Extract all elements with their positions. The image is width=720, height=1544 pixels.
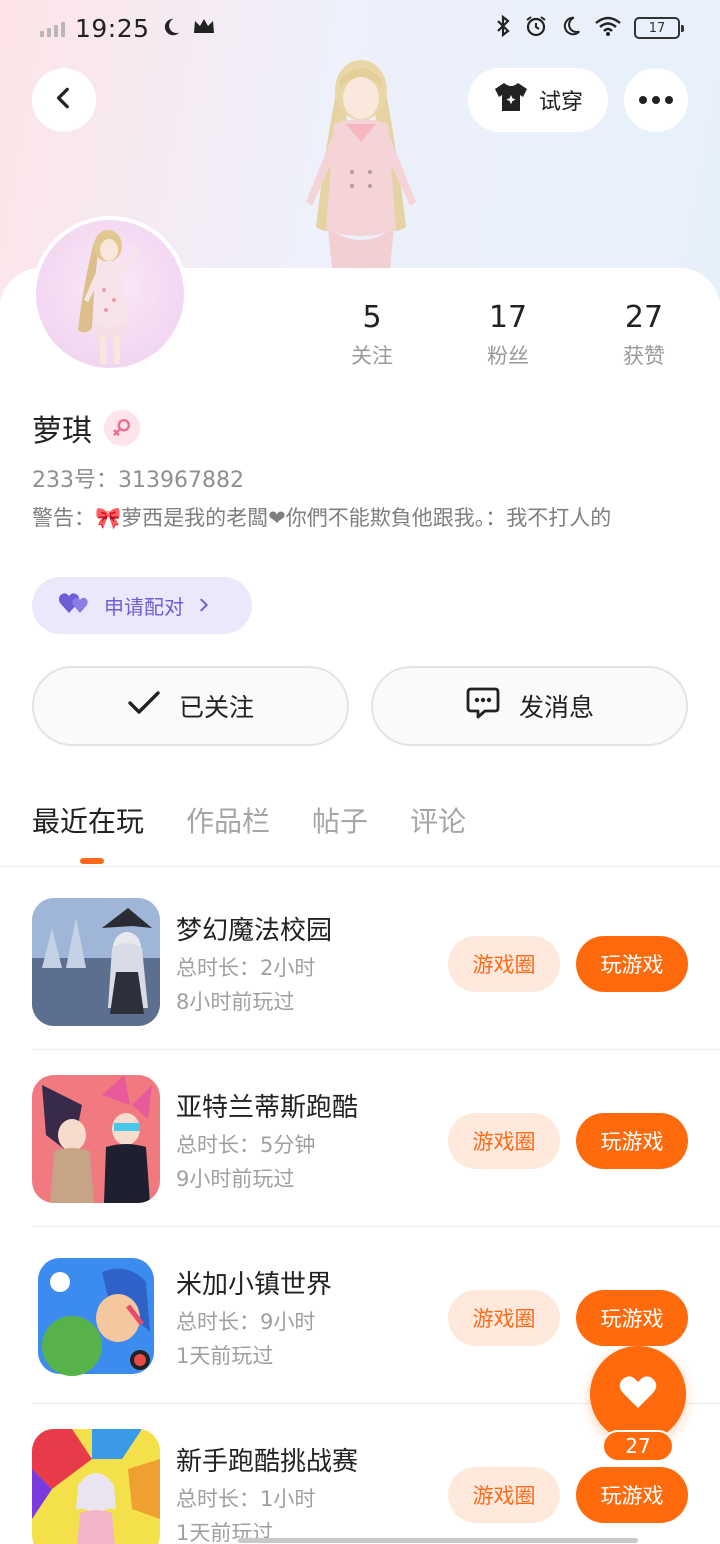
game-last-played: 1天前玩过	[176, 1344, 274, 1368]
apply-pairing-label: 申请配对	[104, 595, 184, 619]
name-row: 萝琪	[32, 406, 140, 450]
battery-level: 17	[648, 20, 666, 36]
game-total-duration: 总时长：5分钟	[176, 1133, 316, 1157]
stat-value: 27	[624, 300, 664, 335]
profile-stats: 5 关注 17 粉丝 27 获赞	[304, 298, 712, 370]
status-time: 19:25	[75, 14, 150, 43]
list-item[interactable]: 亚特兰蒂斯跑酷 总时长：5分钟 9小时前玩过 游戏圈 玩游戏	[32, 1043, 720, 1227]
home-indicator	[238, 1538, 638, 1543]
tab-works[interactable]: 作品栏	[186, 800, 270, 840]
send-message-button[interactable]: 发消息	[371, 666, 688, 746]
game-title: 新手跑酷挑战赛	[176, 1447, 359, 1477]
heart-icon	[618, 1374, 658, 1414]
chevron-left-icon	[51, 85, 77, 115]
followed-label: 已关注	[178, 693, 254, 722]
game-title: 亚特兰蒂斯跑酷	[176, 1093, 359, 1123]
chat-bubble-icon	[465, 686, 501, 726]
like-button[interactable]	[590, 1346, 686, 1442]
status-bar: 19:25 17	[0, 0, 720, 58]
stat-followers[interactable]: 17 粉丝	[440, 298, 576, 370]
checkmark-icon	[127, 689, 161, 723]
stat-likes[interactable]: 27 获赞	[576, 298, 712, 370]
game-total-duration: 总时长：2小时	[176, 956, 316, 980]
game-thumbnail	[32, 898, 160, 1026]
like-count-badge: 27	[602, 1430, 674, 1462]
tab-posts[interactable]: 帖子	[312, 800, 368, 840]
game-title: 米加小镇世界	[176, 1270, 333, 1300]
more-dot	[652, 96, 660, 104]
avatar-character-image	[286, 52, 436, 268]
tshirt-icon	[493, 81, 529, 119]
try-on-label: 试穿	[538, 90, 583, 115]
wifi-icon	[594, 15, 622, 41]
play-game-button[interactable]: 玩游戏	[576, 1113, 688, 1169]
game-last-played: 8小时前玩过	[176, 990, 295, 1014]
game-total-duration: 总时长：9小时	[176, 1310, 316, 1334]
user-id: 233号：313967882	[32, 462, 244, 494]
tab-recently-played[interactable]: 最近在玩	[32, 800, 144, 840]
active-tab-indicator	[80, 858, 104, 864]
alarm-icon	[524, 14, 548, 42]
status-right: 17	[494, 14, 684, 42]
game-title: 梦幻魔法校园	[176, 916, 333, 946]
user-bio: 警告：🎀萝西是我的老闆❤你們不能欺負他跟我。：我不打人的	[32, 506, 612, 530]
game-circle-button[interactable]: 游戏圈	[448, 1467, 560, 1523]
stat-label: 获赞	[623, 344, 665, 368]
stat-following[interactable]: 5 关注	[304, 298, 440, 370]
game-total-duration: 总时长：1小时	[176, 1487, 316, 1511]
chevron-right-icon	[196, 594, 212, 618]
profile-page: 19:25 17 试穿 5 关注 17 粉丝 27 获赞 萝琪 233号：313…	[0, 0, 720, 1544]
more-options-button[interactable]	[624, 68, 688, 132]
stat-label: 粉丝	[487, 344, 529, 368]
back-button[interactable]	[32, 68, 96, 132]
game-circle-button[interactable]: 游戏圈	[448, 1113, 560, 1169]
status-left: 19:25	[40, 14, 216, 43]
double-heart-icon	[58, 591, 92, 620]
play-game-button[interactable]: 玩游戏	[576, 1290, 688, 1346]
game-last-played: 9小时前玩过	[176, 1167, 295, 1191]
game-thumbnail	[32, 1075, 160, 1203]
followed-button[interactable]: 已关注	[32, 666, 349, 746]
more-dot	[639, 96, 647, 104]
game-thumbnail	[32, 1429, 160, 1544]
more-dot	[665, 96, 673, 104]
game-circle-button[interactable]: 游戏圈	[448, 936, 560, 992]
stat-value: 17	[488, 300, 528, 335]
female-icon	[104, 410, 140, 446]
battery-icon: 17	[634, 17, 684, 39]
stat-label: 关注	[351, 344, 393, 368]
moon-icon	[560, 15, 582, 41]
moon-icon	[160, 16, 182, 42]
play-game-button[interactable]: 玩游戏	[576, 1467, 688, 1523]
tab-comments[interactable]: 评论	[410, 800, 466, 840]
user-name: 萝琪	[32, 414, 92, 449]
play-game-button[interactable]: 玩游戏	[576, 936, 688, 992]
apply-pairing-button[interactable]: 申请配对	[32, 577, 252, 634]
avatar-image	[36, 220, 184, 368]
game-circle-button[interactable]: 游戏圈	[448, 1290, 560, 1346]
profile-tabs: 最近在玩 作品栏 帖子 评论	[32, 800, 466, 840]
bluetooth-icon	[494, 14, 512, 42]
game-thumbnail	[32, 1252, 160, 1380]
signal-icon	[40, 21, 65, 37]
crown-icon	[192, 17, 216, 41]
avatar[interactable]	[32, 216, 188, 372]
stat-value: 5	[362, 300, 382, 335]
list-item[interactable]: 梦幻魔法校园 总时长：2小时 8小时前玩过 游戏圈 玩游戏	[32, 866, 720, 1050]
user-id-label: 233号：	[32, 468, 118, 493]
send-message-label: 发消息	[518, 693, 594, 722]
user-id-value: 313967882	[118, 468, 244, 493]
try-on-button[interactable]: 试穿	[468, 68, 608, 132]
